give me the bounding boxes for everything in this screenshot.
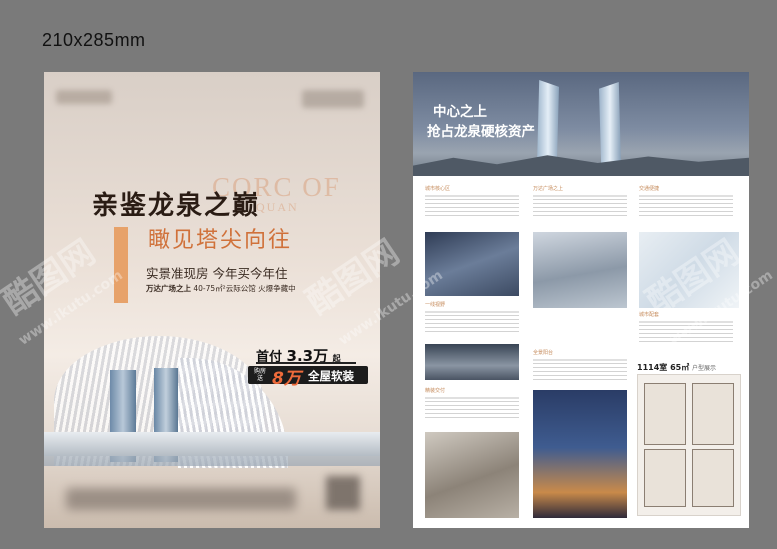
feature-card: 交通便捷 xyxy=(639,186,733,217)
tagline-bold: 万达广场之上 xyxy=(146,284,191,293)
feature-card: 精装交付 xyxy=(425,388,519,419)
floorplan-room xyxy=(644,383,686,445)
tagline-rest: 40-75㎡²云际公馆 火爆争藏中 xyxy=(193,284,296,293)
poster-title-main: 亲鉴龙泉之巅 xyxy=(92,191,261,221)
floorplan-room xyxy=(692,383,734,445)
divider xyxy=(425,195,519,197)
divider xyxy=(533,195,627,197)
tower-illustration xyxy=(599,82,621,166)
feature-card: 城市配套 xyxy=(639,312,733,343)
feature-card-heading: 精装交付 xyxy=(425,388,446,394)
divider xyxy=(639,195,733,197)
hero-headline-2: 抢占龙泉硬核资产 xyxy=(427,124,535,140)
gift-description: 全屋软装 xyxy=(308,369,354,383)
background-english-subtext: QUAN xyxy=(256,200,299,214)
view-photo xyxy=(425,344,519,380)
poster-front: CORC OF QUAN 亲鉴龙泉之巅 瞰见塔尖向往 实景准现房 今年买今年住 … xyxy=(44,72,380,528)
feature-card-heading: 全景阳台 xyxy=(533,350,554,356)
page-size-label: 210x285mm xyxy=(42,30,146,50)
feature-card: 城市核心区 xyxy=(425,186,519,217)
location-map xyxy=(639,232,739,308)
feature-card-heading: 交通便捷 xyxy=(639,186,660,192)
feature-card-body xyxy=(425,199,519,217)
hotel-night-photo xyxy=(533,390,627,518)
floorplan-unit: 1114室 xyxy=(637,363,668,372)
blurred-logo xyxy=(302,90,364,108)
mall-illustration xyxy=(44,432,380,456)
blurred-logo xyxy=(56,90,112,104)
divider xyxy=(639,321,733,323)
divider xyxy=(425,397,519,399)
feature-card: 万达广场之上 xyxy=(533,186,627,217)
accent-bar xyxy=(114,227,128,303)
feature-card: 全景阳台 xyxy=(533,350,627,381)
poster-subtitle: 实景准现房 今年买今年住 xyxy=(146,266,288,281)
aerial-photo xyxy=(425,232,519,296)
feature-card-heading: 万达广场之上 xyxy=(533,186,564,192)
feature-card-heading: 一线视野 xyxy=(425,302,446,308)
hero-headline-1: 中心之上 xyxy=(433,104,487,120)
floorplan-room xyxy=(644,449,686,507)
floorplan-note: 户型展示 xyxy=(692,365,717,372)
feature-card-heading: 城市核心区 xyxy=(425,186,451,192)
poster-back: 中心之上 抢占龙泉硬核资产 城市核心区 万达广场之上 交通便捷 一线视野 城市配… xyxy=(413,72,749,528)
feature-card-body xyxy=(533,363,627,381)
feature-card: 一线视野 xyxy=(425,302,519,333)
feature-card-heading: 城市配套 xyxy=(639,312,660,318)
feature-card-body xyxy=(639,199,733,217)
hero-banner: 中心之上 抢占龙泉硬核资产 xyxy=(413,72,749,176)
tower-illustration xyxy=(537,80,559,166)
gift-label: 购房送 xyxy=(253,368,266,382)
divider xyxy=(533,359,627,361)
blurred-footer-info xyxy=(66,488,296,510)
price-underline xyxy=(256,362,356,364)
blurred-qr-code xyxy=(326,476,360,510)
poster-title-accent: 瞰见塔尖向往 xyxy=(148,228,293,253)
divider xyxy=(425,311,519,313)
skyline-silhouette xyxy=(413,155,749,176)
interior-photo xyxy=(425,432,519,518)
floorplan-title: 1114室 65㎡ 户型展示 xyxy=(637,362,716,373)
poster-tagline: 万达广场之上 40-75㎡²云际公馆 火爆争藏中 xyxy=(146,283,296,294)
mall-aerial-photo xyxy=(533,232,627,308)
feature-card-body xyxy=(639,325,733,343)
gift-amount: 8万 xyxy=(272,369,301,389)
feature-card-body xyxy=(425,401,519,419)
floorplan-diagram xyxy=(637,374,741,516)
floorplan-room xyxy=(692,449,734,507)
feature-card-body xyxy=(425,315,519,333)
feature-card-body xyxy=(533,199,627,217)
floorplan-area: 65㎡ xyxy=(670,363,690,372)
